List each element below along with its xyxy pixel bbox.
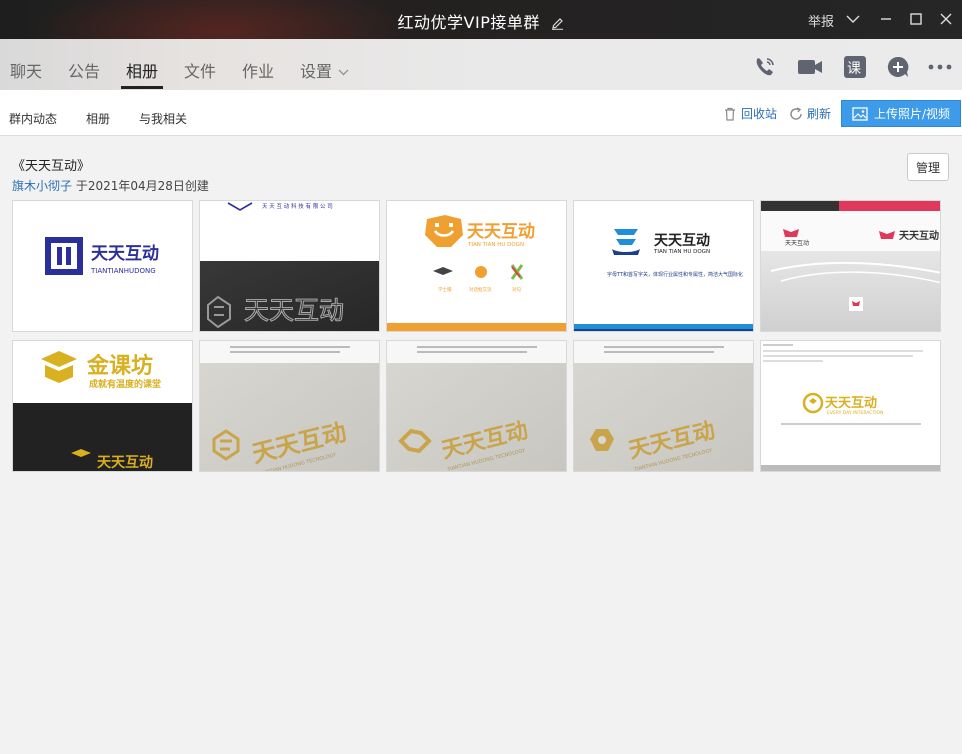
add-app-icon[interactable]: [886, 55, 910, 79]
recycle-bin-label: 回收站: [741, 107, 778, 121]
photo-thumbnail[interactable]: 天天互动 TIANTIAN HUDONG TECNOLOGY: [386, 340, 567, 472]
window-title-text: 红动优学VIP接单群: [397, 13, 540, 32]
photo-thumbnail[interactable]: 天天互动 TIANTIANHUDONG: [12, 200, 193, 332]
photo-thumbnail[interactable]: 天天互动 TIAN TIAN HU DOGN 字母TT和首写字关，体现行业属性和…: [573, 200, 754, 332]
photo10-sub: EVERY DAY INTERACTION: [827, 410, 883, 416]
chevron-down-icon[interactable]: [843, 9, 863, 29]
photo3-icon1: 学士帽: [438, 286, 452, 293]
photo3-icon3: 对勾: [512, 286, 521, 293]
subnav-related-to-me[interactable]: 与我相关: [139, 110, 187, 127]
photo4-sub: TIAN TIAN HU DOGN: [653, 249, 710, 255]
photo6-bottom-logo: 天天互动: [97, 454, 153, 471]
subnav-album[interactable]: 相册: [86, 110, 110, 127]
photo10-logo: 天天互动: [825, 396, 877, 411]
active-tab-underline: [121, 86, 163, 89]
album-meta: 旗木小彻子 于2021年04月28日创建: [12, 177, 209, 194]
phone-icon[interactable]: [753, 55, 777, 79]
close-icon[interactable]: [936, 9, 956, 29]
subnav-group-activity[interactable]: 群内动态: [9, 110, 57, 127]
album-title: 《天天互动》: [12, 159, 91, 174]
photo3-icon2: 对话框交流: [469, 286, 492, 293]
edit-pencil-icon[interactable]: [551, 15, 564, 34]
photo-thumbnail[interactable]: 天天互动 TIANTIAN HUDONG TECNOLOGY: [573, 340, 754, 472]
photo4-logo: 天天互动: [654, 232, 710, 249]
maximize-icon[interactable]: [906, 9, 926, 29]
image-upload-icon: [852, 106, 868, 121]
album-author-link[interactable]: 旗木小彻子: [12, 179, 72, 193]
svg-text:天天互动: 天天互动: [785, 240, 809, 247]
refresh-label: 刷新: [807, 107, 832, 121]
recycle-bin-link[interactable]: 回收站: [723, 105, 777, 122]
photo-thumbnail[interactable]: 天 天 互 动 科 技 有 限 公 司 天天互动: [199, 200, 380, 332]
album-subnav: 群内动态 相册 与我相关 回收站 刷新: [0, 90, 962, 136]
photo6-slogan: 成就有温度的课堂: [89, 378, 161, 390]
refresh-icon: [790, 106, 802, 120]
course-icon-text: 课: [847, 61, 861, 77]
photo2-logo: 天天互动: [244, 296, 344, 325]
tab-announcement[interactable]: 公告: [68, 58, 100, 82]
photo-grid: 天天互动 TIANTIANHUDONG 天 天 互 动 科 技 有 限 公 司 …: [12, 200, 942, 472]
photo3-logo: 天天互动: [467, 222, 535, 242]
more-icon[interactable]: [928, 55, 952, 79]
tab-settings[interactable]: 设置: [300, 58, 332, 82]
minimize-icon[interactable]: [876, 9, 896, 29]
photo2-company: 天 天 互 动 科 技 有 限 公 司: [262, 202, 333, 210]
course-icon[interactable]: 课: [843, 55, 867, 79]
photo6-logo: 金课坊: [86, 353, 153, 379]
photo-thumbnail[interactable]: 天天互动 EVERY DAY INTERACTION: [760, 340, 941, 472]
video-icon[interactable]: [797, 55, 823, 79]
photo3-sub: TIAN TIAN HU DOGN: [467, 242, 524, 248]
trash-icon: [725, 107, 735, 121]
title-bar: 红动优学VIP接单群 举报: [0, 0, 962, 90]
album-created-date: 于2021年04月28日创建: [75, 179, 209, 193]
upload-label: 上传照片/视频: [873, 107, 951, 121]
manage-button[interactable]: 管理: [907, 153, 949, 181]
tab-album[interactable]: 相册: [126, 58, 158, 82]
tab-homework[interactable]: 作业: [242, 58, 274, 82]
upload-photo-video-button[interactable]: 上传照片/视频: [841, 100, 961, 127]
tab-chat[interactable]: 聊天: [10, 58, 42, 82]
photo5-logo: 天天互动: [899, 229, 939, 242]
report-link[interactable]: 举报: [808, 11, 834, 30]
photo4-desc: 字母TT和首写字关，体现行业属性和专属性，简洁大气国际化: [607, 271, 743, 278]
album-window: 红动优学VIP接单群 举报 聊天 公告 相册 文件 作业 设置 课 群内动态 相…: [0, 0, 962, 754]
tab-files[interactable]: 文件: [184, 58, 216, 82]
photo-thumbnail[interactable]: 金课坊 成就有温度的课堂 天天互动: [12, 340, 193, 472]
tab-bar: 聊天 公告 相册 文件 作业 设置 课: [0, 39, 962, 90]
settings-chevron-down-icon: [338, 61, 349, 80]
photo-thumbnail[interactable]: 天天互动 TIAN TIAN HU DOGN 学士帽 对话框交流 对勾: [386, 200, 567, 332]
photo-thumbnail[interactable]: 天天互动 天天互动: [760, 200, 941, 332]
refresh-link[interactable]: 刷新: [789, 105, 831, 122]
photo1-sub: TIANTIANHUDONG: [90, 267, 156, 275]
photo-thumbnail[interactable]: 天天互动 TIANTIAN HUDONG TECNOLOGY: [199, 340, 380, 472]
photo1-logo: 天天互动: [91, 244, 159, 264]
